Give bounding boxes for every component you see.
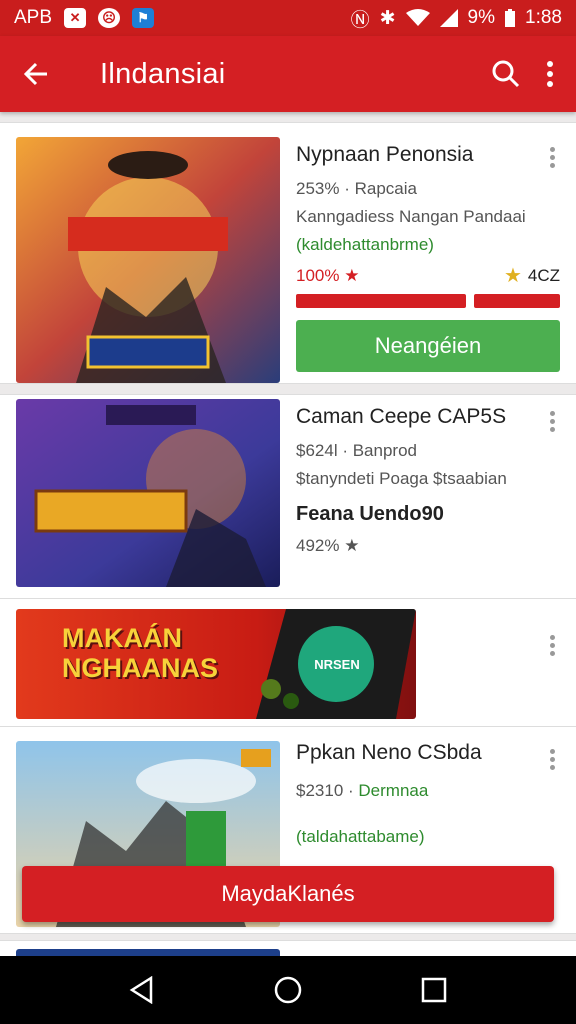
item-menu-icon[interactable]	[544, 749, 560, 770]
page-title: Ilndansiai	[100, 57, 226, 90]
progress-fill	[296, 294, 466, 308]
app-bar: Ilndansiai	[0, 36, 576, 112]
item-rating: 4CZ	[527, 265, 560, 285]
search-icon[interactable]	[492, 60, 520, 88]
game-thumbnail[interactable]	[16, 137, 280, 383]
item-tag: (kaldehattanbrme)	[296, 235, 434, 254]
system-nav-bar	[0, 956, 576, 1024]
notification-icon: ✕	[64, 8, 87, 28]
wifi-icon	[405, 9, 430, 26]
install-button[interactable]: Neangéien	[296, 320, 560, 372]
download-progress	[296, 294, 466, 308]
item-title: Caman Ceepe CAP5S	[296, 405, 507, 428]
status-bar: APB ✕ ☹ ⚑ Ⓝ ✱ 9% 1:88	[0, 0, 576, 36]
list-item[interactable]: Caman Ceepe CAP5S $624l · Banprod $tanyn…	[0, 394, 576, 600]
promo-banner-item[interactable]: MAKAÁN NGHAANAS NRSEN	[0, 598, 576, 728]
item-menu-icon[interactable]	[544, 147, 560, 168]
item-meta: $2310 ·	[296, 781, 359, 800]
item-category: Dermnaa	[358, 781, 429, 800]
carrier-label: APB	[14, 7, 53, 28]
item-publisher: Kanngadiess Nangan Pandaai	[296, 207, 526, 226]
signal-icon	[439, 9, 458, 27]
vibrate-icon: ✱	[379, 7, 396, 29]
nfc-icon: Ⓝ	[350, 9, 370, 31]
item-menu-icon[interactable]	[544, 635, 560, 656]
banner-subtitle: NGHAANAS	[62, 653, 219, 683]
app-list[interactable]: Nypnaan Penonsia 253% · Rapcaia Kanngadi…	[0, 112, 576, 956]
nav-recents-icon[interactable]	[421, 977, 447, 1003]
back-button[interactable]	[0, 61, 72, 87]
clock: 1:88	[525, 7, 562, 28]
banner-badge: NRSEN	[314, 657, 360, 672]
item-menu-icon[interactable]	[544, 411, 560, 432]
nav-back-icon[interactable]	[129, 976, 155, 1004]
item-meta: $624l · Banprod	[296, 441, 417, 460]
item-title: Nypnaan Penonsia	[296, 143, 474, 166]
overflow-menu-icon[interactable]	[546, 61, 554, 87]
promo-banner[interactable]: MAKAÁN NGHAANAS NRSEN	[16, 609, 416, 719]
item-meta: 253% · Rapcaia	[296, 179, 417, 198]
floating-action-button[interactable]: MaydaKlanés	[22, 866, 554, 922]
item-tag: (taldahattabame)	[296, 827, 425, 846]
item-title: Ppkan Neno CSbda	[296, 741, 482, 764]
list-item[interactable]: Nypnaan Penonsia 253% · Rapcaia Kanngadi…	[0, 122, 576, 384]
star-icon: ★	[503, 265, 522, 287]
progress-label	[474, 294, 560, 308]
game-thumbnail[interactable]	[16, 399, 280, 587]
item-publisher: $tanyndeti Poaga $tsaabian	[296, 469, 507, 488]
item-percent: 100% ★	[296, 265, 360, 285]
item-rating: 492% ★	[296, 536, 360, 555]
item-subtitle: Feana Uendo90	[296, 503, 444, 525]
notification-flag-icon: ⚑	[132, 8, 155, 28]
battery-icon	[505, 9, 516, 27]
battery-percent: 9%	[467, 7, 496, 28]
list-item[interactable]	[0, 940, 576, 956]
notification-face-icon: ☹	[98, 8, 121, 28]
game-thumbnail[interactable]	[16, 949, 280, 956]
banner-title: MAKAÁN	[62, 623, 182, 653]
nav-home-icon[interactable]	[274, 976, 302, 1004]
arrow-back-icon	[23, 62, 47, 86]
